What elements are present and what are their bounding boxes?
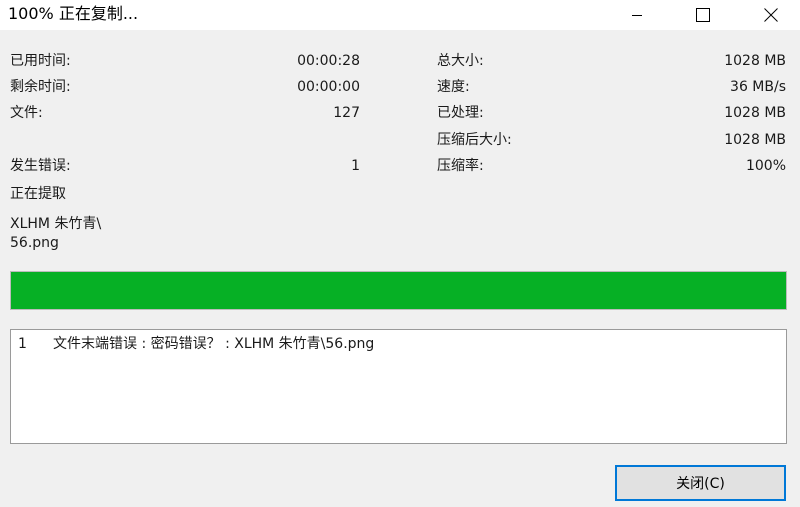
errors-value: 1 [351, 158, 360, 174]
operation-status: 正在提取 [10, 186, 66, 202]
compression-ratio-value: 100% [745, 158, 786, 174]
progress-fill [11, 272, 786, 309]
close-button[interactable]: 关闭(C) [615, 465, 786, 501]
maximize-icon [696, 8, 710, 22]
compression-ratio-label: 压缩率: [437, 158, 484, 174]
compressed-size-value: 1028 MB [724, 132, 786, 148]
elapsed-time-value: 00:00:28 [297, 53, 360, 69]
progress-bar [10, 271, 787, 310]
files-value: 127 [333, 105, 360, 121]
remaining-time-label: 剩余时间: [10, 79, 71, 95]
close-window-button[interactable] [748, 0, 794, 30]
error-message: 文件末端错误 : 密码错误？ : XLHM 朱竹青\56.png [53, 336, 375, 352]
current-file-directory: XLHM 朱竹青\ [10, 216, 102, 232]
total-size-label: 总大小: [437, 53, 484, 69]
speed-value: 36 MB/s [730, 79, 786, 95]
processed-label: 已处理: [437, 105, 484, 121]
elapsed-time-label: 已用时间: [10, 53, 71, 69]
compressed-size-label: 压缩后大小: [437, 132, 512, 148]
total-size-value: 1028 MB [724, 53, 786, 69]
processed-value: 1028 MB [724, 105, 786, 121]
title-bar[interactable]: 100% 正在复制... [0, 0, 800, 30]
error-number: 1 [18, 336, 27, 352]
window-title: 100% 正在复制... [8, 4, 139, 23]
current-file-name: 56.png [10, 235, 59, 251]
close-icon [764, 8, 778, 22]
minimize-button[interactable] [614, 0, 660, 30]
maximize-button[interactable] [680, 0, 726, 30]
error-list[interactable]: 1 文件末端错误 : 密码错误？ : XLHM 朱竹青\56.png [10, 329, 787, 444]
errors-label: 发生错误: [10, 158, 71, 174]
minimize-icon [632, 15, 642, 16]
list-item[interactable]: 1 文件末端错误 : 密码错误？ : XLHM 朱竹青\56.png [11, 335, 786, 353]
remaining-time-value: 00:00:00 [297, 79, 360, 95]
files-label: 文件: [10, 105, 43, 121]
speed-label: 速度: [437, 79, 470, 95]
